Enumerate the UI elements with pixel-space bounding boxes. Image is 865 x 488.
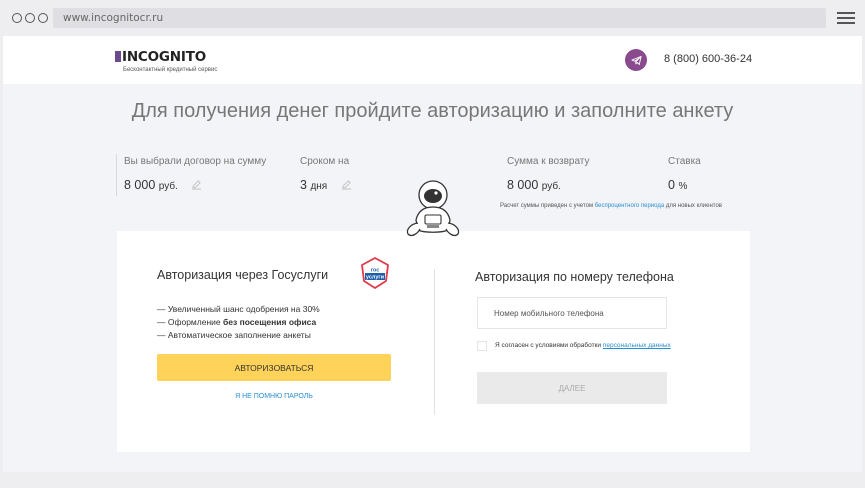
rate-summary: Ставка 0 % [668, 156, 701, 192]
window-dot-icon[interactable] [25, 13, 35, 23]
rate-unit: % [678, 181, 688, 192]
note-prefix: Расчет суммы приведен с учетом [500, 203, 594, 209]
note-suffix: для новых клиентов [665, 203, 722, 209]
benefit-item: — Увеличенный шанс одобрения на 30% [157, 304, 320, 314]
amount-number: 8 000 [124, 178, 156, 192]
gosuslugi-title: Авторизация через Госуслуги [157, 268, 329, 282]
svg-text:гос: гос [371, 268, 380, 274]
logo-text: INCOGNITO [122, 49, 206, 65]
site-header: INCOGNITO Бесконтактный кредитный сервис… [3, 36, 862, 84]
window-dot-icon[interactable] [38, 13, 48, 23]
address-bar[interactable]: www.incognitocr.ru [53, 8, 826, 28]
repay-summary: Сумма к возврату 8 000 руб. [507, 156, 590, 192]
logo[interactable]: INCOGNITO Бесконтактный кредитный сервис [115, 48, 217, 73]
interest-free-period-link[interactable]: беспроцентного периода [595, 203, 664, 209]
term-value: 3 дня [300, 178, 352, 193]
phone-auth-title: Авторизация по номеру телефона [475, 270, 674, 284]
repay-label: Сумма к возврату [507, 156, 590, 167]
term-number: 3 [300, 178, 307, 192]
phone-input[interactable] [477, 297, 667, 329]
calculation-note: Расчет суммы приведен с учетом беспроцен… [500, 203, 722, 209]
window-controls [12, 13, 48, 23]
page-title: Для получения денег пройдите авторизацию… [131, 100, 734, 122]
term-unit: дня [310, 181, 328, 192]
edit-amount-icon[interactable] [191, 179, 202, 193]
next-button[interactable]: ДАЛЕЕ [477, 372, 667, 404]
repay-value: 8 000 руб. [507, 178, 561, 192]
browser-chrome: www.incognitocr.ru [0, 0, 865, 36]
amount-summary: Вы выбрали договор на сумму 8 000 руб. [124, 156, 267, 192]
rate-value: 0 % [668, 178, 687, 192]
svg-text:услуги: услуги [366, 275, 384, 281]
summary-divider [116, 154, 117, 196]
telegram-icon [630, 55, 642, 65]
benefits-list: — Увеличенный шанс одобрения на 30% — Оф… [157, 303, 320, 342]
benefit-item: — Оформление без посещения офиса [157, 316, 320, 329]
auth-card: Авторизация через Госуслуги гос услуги —… [117, 231, 750, 452]
repay-unit: руб. [541, 181, 561, 192]
amount-unit: руб. [158, 181, 178, 192]
rate-label: Ставка [668, 156, 701, 167]
consent-checkbox[interactable] [477, 341, 487, 351]
consent-prefix: Я согласен с условиями обработки [495, 342, 602, 349]
benefit-bold: без посещения офиса [223, 317, 317, 327]
amount-value: 8 000 руб. [124, 178, 202, 193]
forgot-password-link[interactable]: Я НЕ ПОМНЮ ПАРОЛЬ [157, 393, 391, 400]
benefit-item: — Автоматическое заполнение анкеты [157, 330, 311, 340]
column-divider [434, 269, 435, 415]
gosuslugi-authorize-button[interactable]: АВТОРИЗОВАТЬСЯ [157, 354, 391, 381]
term-label: Сроком на [300, 156, 350, 167]
consent-row: Я согласен с условиями обработки персона… [477, 341, 680, 351]
rate-number: 0 [668, 178, 675, 192]
gosuslugi-logo-icon: гос услуги [361, 257, 389, 289]
telegram-button[interactable] [625, 49, 647, 71]
term-summary: Сроком на 3 дня [300, 156, 351, 192]
edit-term-icon[interactable] [341, 179, 352, 193]
logo-tagline: Бесконтактный кредитный сервис [123, 67, 218, 73]
personal-data-link[interactable]: персональных данных [603, 342, 671, 349]
hamburger-menu-icon[interactable] [837, 12, 855, 24]
repay-number: 8 000 [507, 178, 539, 192]
amount-label: Вы выбрали договор на сумму [124, 156, 267, 167]
page-viewport: INCOGNITO Бесконтактный кредитный сервис… [3, 36, 862, 472]
window-dot-icon[interactable] [12, 13, 22, 23]
phone-number[interactable]: 8 (800) 600-36-24 [664, 53, 752, 65]
logo-mark-icon [115, 51, 121, 62]
astronaut-mascot-icon [406, 180, 460, 237]
benefit-prefix: — Оформление [157, 317, 221, 327]
consent-text: Я согласен с условиями обработки персона… [495, 341, 680, 351]
